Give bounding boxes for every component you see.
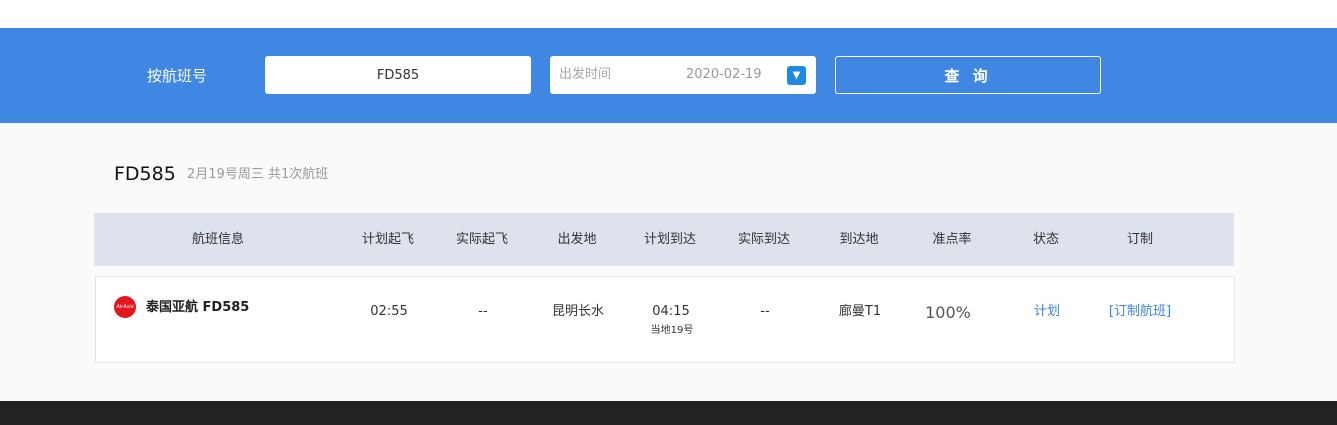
planned-arrival: 04:15 — [652, 304, 690, 319]
planned-departure: 02:55 — [370, 304, 408, 319]
table-header: 航班信息 计划起飞 实际起飞 出发地 计划到达 实际到达 到达地 准点率 状态 … — [94, 213, 1234, 266]
header-status: 状态 — [1032, 232, 1060, 247]
date-label: 出发时间 — [559, 67, 612, 82]
header-planned-arrival: 计划到达 — [643, 232, 697, 247]
header-actual-arrival: 实际到达 — [737, 232, 791, 247]
origin: 昆明长水 — [551, 304, 605, 319]
header-planned-departure: 计划起飞 — [361, 232, 415, 247]
chevron-down-icon[interactable]: ▼ — [787, 66, 806, 85]
top-strip — [0, 0, 1337, 28]
date-picker[interactable]: 出发时间 2020-02-19 ▼ — [550, 56, 816, 94]
header-destination: 到达地 — [839, 232, 879, 247]
result-flight-number: FD585 — [114, 163, 176, 185]
airasia-logo-icon: AirAsia — [114, 296, 136, 318]
search-bar: 按航班号 出发时间 2020-02-19 ▼ 查 询 — [0, 28, 1337, 123]
arrival-local-note: 当地19号 — [650, 325, 694, 336]
airline-flight: 泰国亚航 FD585 — [146, 300, 250, 315]
actual-departure: -- — [478, 304, 488, 319]
header-origin: 出发地 — [557, 232, 597, 247]
header-flight-info: 航班信息 — [191, 232, 245, 247]
result-summary: 2月19号周三 共1次航班 — [187, 167, 329, 182]
destination: 廊曼T1 — [838, 304, 882, 319]
flight-number-input[interactable] — [265, 56, 531, 94]
footer — [0, 401, 1337, 425]
subscribe-flight-link[interactable]: [订制航班] — [1109, 303, 1171, 321]
table-row: AirAsia 泰国亚航 FD585 02:55 -- 昆明长水 04:15 当… — [95, 276, 1235, 363]
search-mode-label: 按航班号 — [147, 67, 208, 85]
query-button[interactable]: 查 询 — [835, 56, 1101, 94]
header-subscribe: 订制 — [1126, 232, 1154, 247]
header-actual-departure: 实际起飞 — [455, 232, 509, 247]
actual-arrival: -- — [760, 304, 770, 319]
on-time-rate: 100% — [925, 303, 971, 322]
status-link[interactable]: 计划 — [1034, 303, 1060, 321]
date-value[interactable]: 2020-02-19 — [686, 67, 762, 83]
header-on-time-rate: 准点率 — [932, 232, 972, 247]
